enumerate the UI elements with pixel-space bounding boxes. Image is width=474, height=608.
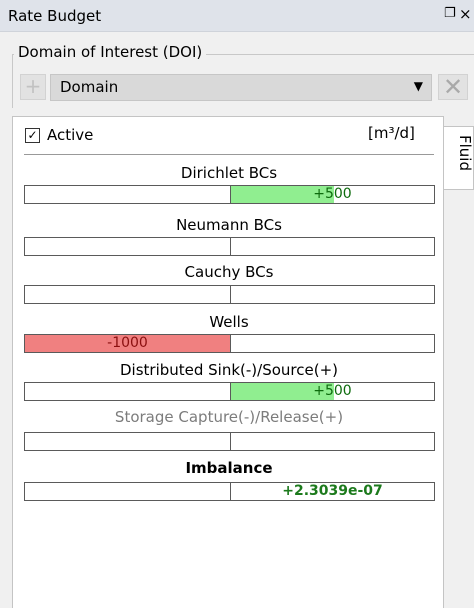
domain-select[interactable]: Domain ▼: [50, 74, 432, 101]
budget-bar: +500: [24, 185, 435, 204]
active-label: Active: [47, 126, 94, 144]
budget-bar: +500: [24, 382, 435, 401]
tab-fluid[interactable]: Fluid: [444, 126, 474, 190]
budget-bar: [24, 237, 435, 256]
imbalance-bar: +2.3039e-07: [24, 482, 435, 501]
budget-row-label: Wells: [209, 313, 249, 331]
budget-bar: [24, 432, 435, 451]
budget-row-label: Dirichlet BCs: [180, 164, 278, 182]
header-divider: [24, 154, 434, 155]
plus-icon: +: [24, 74, 42, 98]
remove-domain-button[interactable]: ✕: [438, 74, 468, 100]
budget-row-label: Distributed Sink(-)/Source(+): [119, 361, 339, 379]
budget-value: +2.3039e-07: [282, 483, 383, 499]
chevron-down-icon[interactable]: ▼: [414, 79, 423, 93]
budget-bar: -1000: [24, 334, 435, 353]
panel-title: Rate Budget: [8, 7, 102, 25]
unit-label: [m³/d]: [368, 124, 415, 142]
x-icon: ✕: [442, 73, 464, 101]
close-icon[interactable]: ×: [459, 5, 472, 23]
panel-title-bar: Rate Budget ❐ ×: [0, 0, 474, 32]
doi-group-label: Domain of Interest (DOI): [14, 43, 207, 61]
budget-value: +500: [313, 383, 352, 399]
budget-row-label: Cauchy BCs: [184, 263, 274, 281]
domain-select-value: Domain: [60, 78, 119, 96]
budget-value: +500: [313, 186, 352, 202]
tab-fluid-label: Fluid: [456, 135, 474, 171]
float-pin-icon[interactable]: ❐: [444, 6, 456, 21]
budget-row-label: Storage Capture(-)/Release(+): [114, 408, 344, 426]
budget-value: -1000: [107, 335, 148, 351]
active-checkbox[interactable]: ✓: [25, 128, 40, 143]
budget-bar: [24, 285, 435, 304]
add-domain-button[interactable]: +: [20, 74, 46, 100]
imbalance-label: Imbalance: [185, 459, 273, 477]
budget-row-label: Neumann BCs: [176, 216, 282, 234]
